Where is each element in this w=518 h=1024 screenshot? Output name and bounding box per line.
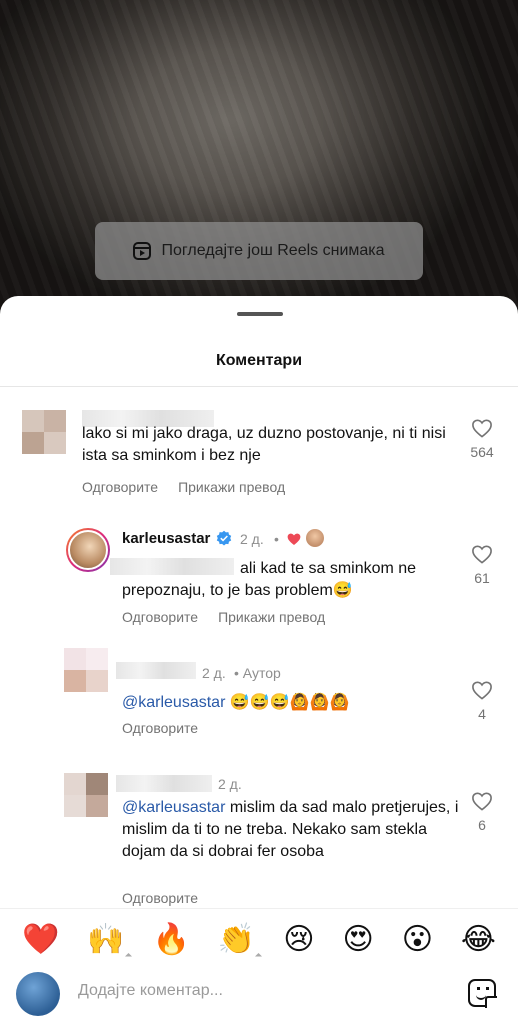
reply-item: 2 д. • Аутор @karleusastar 😅😅😅🙆🙆🙆 Одгово… [0, 648, 518, 748]
watch-more-reels-label: Погледајте још Reels снимака [161, 242, 385, 259]
sticker-face-eyes [477, 987, 489, 990]
reply-item: 2 д. @karleusastar mislim da sad malo pr… [0, 773, 518, 908]
username-redacted[interactable] [116, 662, 196, 679]
comment-time: 2 д. [240, 531, 264, 547]
comment-text: @karleusastar 😅😅😅🙆🙆🙆 [122, 692, 452, 714]
heart-eyes-emoji-reaction[interactable]: 😍 [342, 924, 373, 955]
like-count: 6 [478, 817, 486, 833]
username[interactable]: karleusastar [122, 530, 210, 547]
comment-actions: Одговорите Прикажи превод [122, 609, 325, 625]
translate-button[interactable]: Прикажи превод [178, 479, 285, 495]
comment-input[interactable] [78, 982, 438, 1000]
mention-link[interactable]: @karleusastar [122, 694, 225, 711]
reply-button[interactable]: Одговорите [122, 720, 198, 736]
fire-emoji-reaction[interactable]: 🔥 [153, 924, 190, 955]
like-button[interactable]: 564 [462, 418, 502, 460]
comment-time: 2 д. [218, 776, 242, 792]
creator-mini-avatar [306, 529, 324, 547]
avatar[interactable] [64, 648, 108, 692]
comment-actions: Одговорите [122, 890, 198, 906]
reply-item: karleusastar 2 д. • ali kad te sa sminko… [0, 528, 518, 638]
comment-text: lako si mi jako draga, uz duzno postovan… [82, 425, 446, 464]
verified-badge-icon [216, 530, 232, 546]
comment-actions: Одговорите [122, 720, 198, 736]
raised-hands-emoji-reaction[interactable]: 🙌 [87, 924, 124, 955]
avatar[interactable] [22, 410, 66, 454]
header-divider [0, 386, 518, 387]
comment-composer [0, 970, 518, 1024]
heart-emoji-reaction[interactable]: ❤️ [22, 924, 59, 955]
avatar[interactable] [64, 773, 108, 817]
current-user-avatar [16, 972, 60, 1016]
sheet-drag-handle[interactable] [237, 312, 283, 316]
like-button[interactable]: 6 [462, 791, 502, 833]
heart-outline-icon [472, 681, 492, 700]
heart-outline-icon [472, 419, 492, 438]
like-button[interactable]: 4 [462, 680, 502, 722]
reply-button[interactable]: Одговорите [122, 890, 198, 906]
comment-text: ali kad te sa sminkom ne prepoznaju, to … [122, 560, 417, 599]
sticker-icon[interactable] [468, 979, 497, 1008]
avatar[interactable] [66, 528, 110, 572]
comment-item: lako si mi jako draga, uz duzno postovan… [0, 408, 518, 508]
meta-separator: • [274, 531, 279, 547]
emoji-text: 😅😅😅🙆🙆🙆 [229, 694, 350, 711]
clap-emoji-reaction[interactable]: 👏 [218, 924, 255, 955]
like-count: 4 [478, 706, 486, 722]
reply-button[interactable]: Одговорите [122, 609, 198, 625]
mention-link[interactable]: @karleusastar [122, 799, 225, 816]
comment-text: @karleusastar mislim da sad malo pretjer… [122, 797, 460, 863]
reply-button[interactable]: Одговорите [82, 479, 158, 495]
translate-button[interactable]: Прикажи превод [218, 609, 325, 625]
watch-more-reels-button[interactable]: Погледајте још Reels снимака [95, 222, 423, 280]
surprised-emoji-reaction[interactable]: 😮 [402, 924, 433, 955]
username-redacted[interactable] [116, 775, 212, 792]
comment-actions: Одговорите Прикажи превод [82, 479, 285, 495]
crying-emoji-reaction[interactable]: 😢 [283, 924, 314, 955]
like-count: 61 [474, 570, 490, 586]
creator-liked-heart-icon [287, 533, 301, 546]
laughing-emoji-reaction[interactable]: 😂 [461, 924, 496, 955]
heart-outline-icon [472, 792, 492, 811]
comment-time: 2 д. [202, 665, 226, 681]
author-badge: • Аутор [234, 665, 281, 681]
heart-outline-icon [472, 545, 492, 564]
sheet-title: Коментари [215, 352, 303, 369]
quick-reactions-bar: ❤️ 🙌 🔥 👏 😢 😍 😮 😂 [0, 908, 518, 970]
reels-icon [133, 242, 152, 260]
like-button[interactable]: 61 [462, 544, 502, 586]
like-count: 564 [470, 444, 494, 460]
